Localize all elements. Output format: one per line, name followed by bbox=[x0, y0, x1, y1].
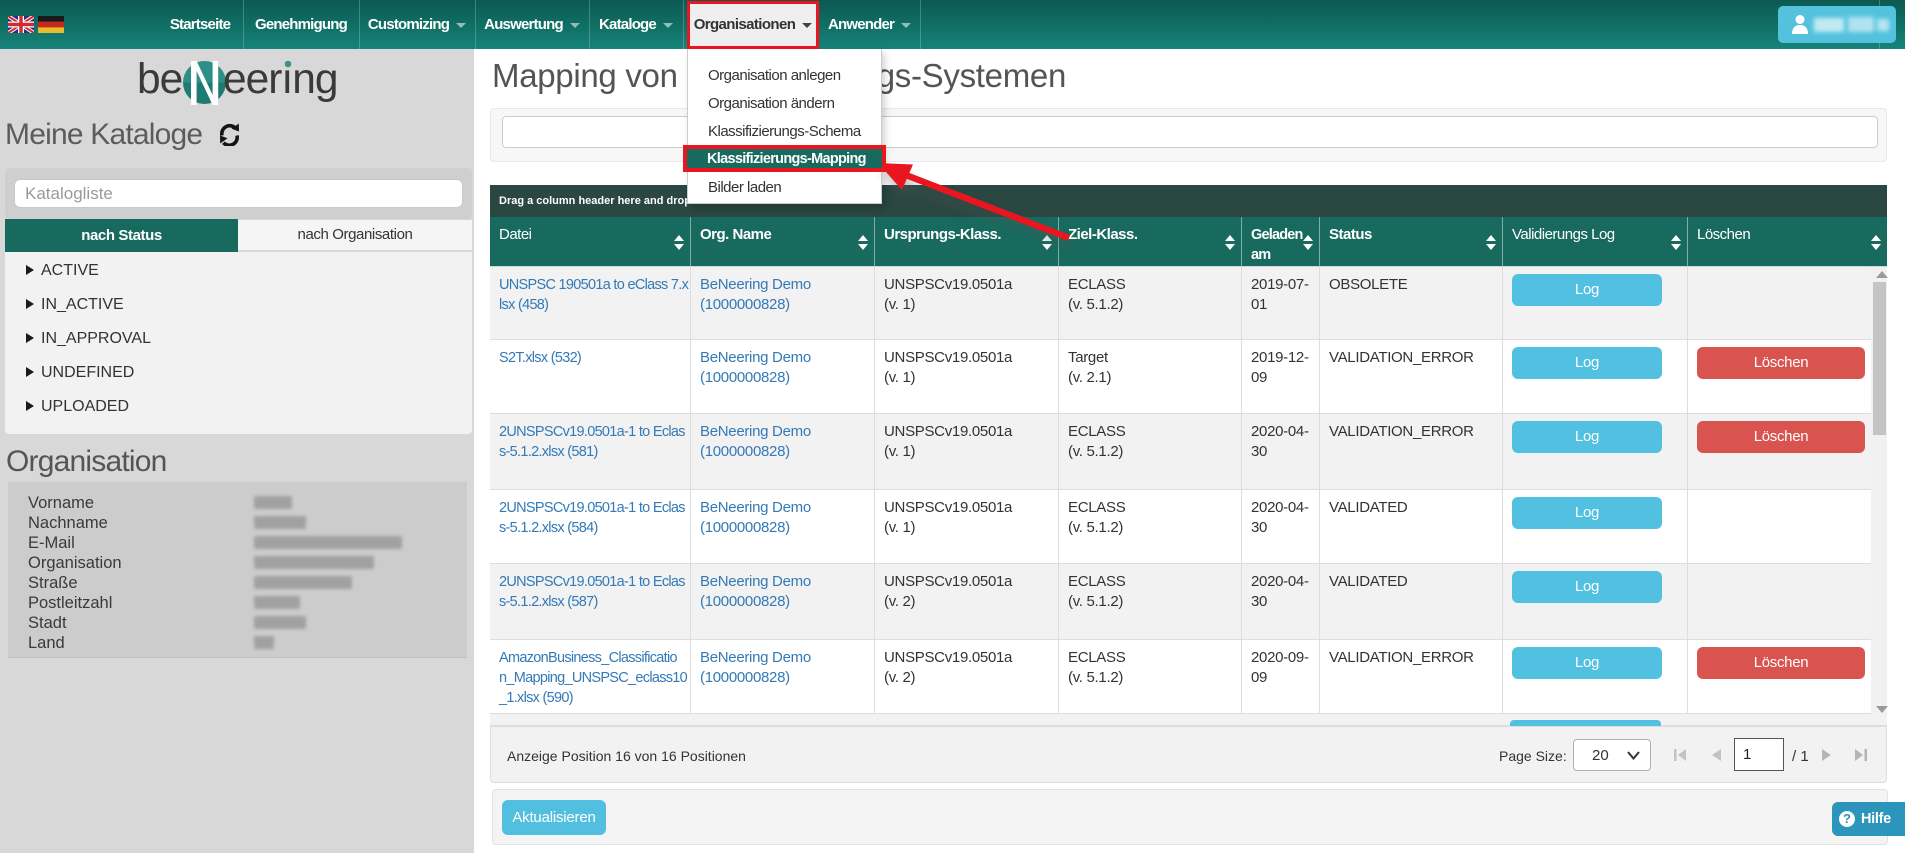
svg-text:be: be bbox=[137, 56, 182, 103]
svg-text:eerıng: eerıng bbox=[223, 56, 338, 103]
